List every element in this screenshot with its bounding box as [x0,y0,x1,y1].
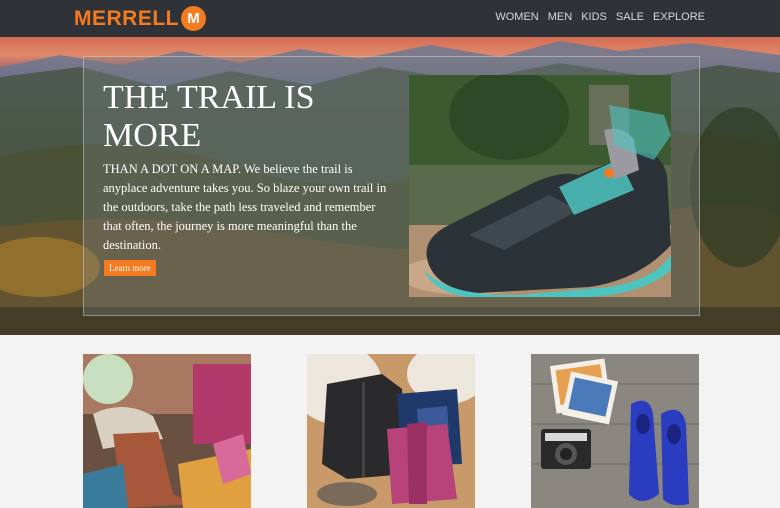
nav-link-explore[interactable]: EXPLORE [653,11,705,23]
nav-link-kids[interactable]: KIDS [581,11,607,23]
category-cards [0,335,780,508]
learn-more-button[interactable]: Learn more [104,260,156,276]
hero-description: THAN A DOT ON A MAP. We believe the trai… [103,162,387,252]
card-boots-photo[interactable] [83,354,251,508]
card-camera-shoes-photo[interactable] [531,354,699,508]
nav-link-men[interactable]: MEN [548,11,572,23]
top-navigation-bar: MERRELL M WOMEN MEN KIDS SALE EXPLORE [0,0,780,37]
hero-title: THE TRAIL IS MORE [103,79,315,154]
hero-content-panel: THE TRAIL IS MORE THAN A DOT ON A MAP. W… [83,56,700,316]
nav-link-sale[interactable]: SALE [616,11,644,23]
merrell-logo[interactable]: MERRELL M [74,6,206,31]
logo-m-icon: M [181,6,206,31]
main-nav: WOMEN MEN KIDS SALE EXPLORE [495,11,705,23]
logo-wordmark: MERRELL [74,6,179,30]
nav-link-women[interactable]: WOMEN [495,11,538,23]
hero-banner: THE TRAIL IS MORE THAN A DOT ON A MAP. W… [0,37,780,335]
card-jackets-photo[interactable] [307,354,475,508]
hiking-shoe-photo [409,75,671,297]
